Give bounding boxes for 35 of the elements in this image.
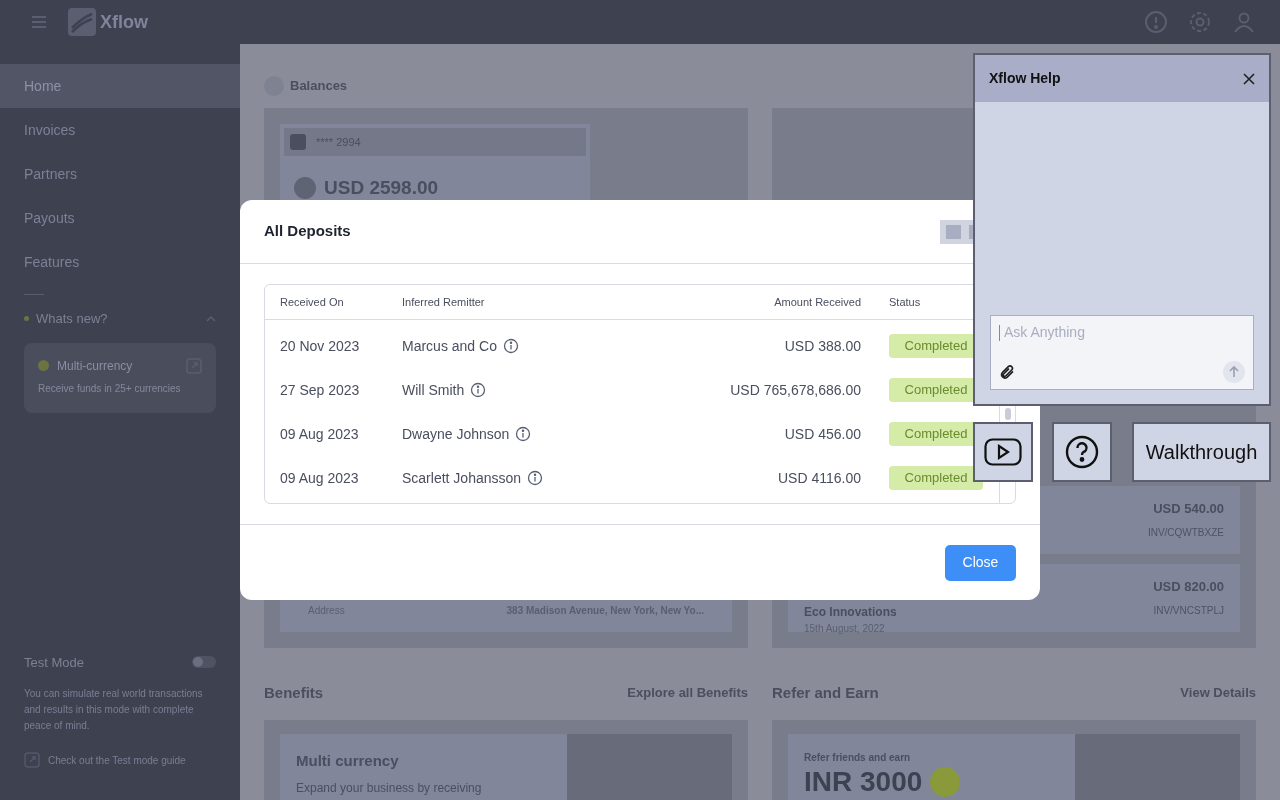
test-mode-title: Test Mode bbox=[24, 653, 84, 672]
column-header: Status bbox=[889, 294, 921, 310]
card-title: Multi currency bbox=[296, 751, 400, 771]
brand-name: Xflow bbox=[100, 10, 148, 34]
balance-amount: USD 2598.00 bbox=[324, 176, 439, 200]
table-cell-text: USD 388.00 bbox=[783, 336, 861, 356]
table-cell-text: 09 Aug 2023 bbox=[279, 468, 360, 488]
section-title: Balances bbox=[290, 77, 348, 96]
table-cell-text: Will Smith bbox=[402, 380, 465, 400]
reward-amount: INR 3000 bbox=[804, 765, 923, 799]
table-cell-text: USD 4116.00 bbox=[777, 468, 861, 488]
feature-title: Multi-currency bbox=[57, 357, 133, 375]
table-cell-text: 27 Sep 2023 bbox=[279, 380, 361, 400]
column-header: Amount Received bbox=[773, 294, 861, 310]
partner-name: Eco Innovations bbox=[804, 603, 897, 621]
table-cell-text: 09 Aug 2023 bbox=[279, 424, 360, 444]
table-cell-text: Scarlett Johansson bbox=[402, 468, 522, 488]
invoice-amount: USD 820.00 bbox=[1153, 578, 1224, 597]
table-cell-text: Marcus and Co bbox=[402, 336, 497, 356]
table-cell-text: 20 Nov 2023 bbox=[279, 336, 361, 356]
section-title: Benefits bbox=[264, 682, 324, 703]
dialog-title: All Deposits bbox=[264, 221, 351, 242]
section-title: Refer and Earn bbox=[772, 682, 879, 703]
table-cell-text: USD 456.00 bbox=[783, 424, 861, 444]
card-text: Expand your business by receiving bbox=[296, 779, 483, 797]
help-title: Xflow Help bbox=[989, 69, 1061, 88]
test-mode-description: You can simulate real world transactions and results in this mode with complete peace of mind. bbox=[24, 687, 204, 733]
card-label: Refer friends and earn bbox=[804, 751, 912, 765]
column-header: Received On bbox=[279, 294, 345, 310]
feature-text: Receive funds in 25+ currencies bbox=[38, 381, 182, 396]
table-cell-text: Dwayne Johnson bbox=[402, 424, 510, 444]
column-header: Inferred Remitter bbox=[402, 294, 486, 310]
status-badge: Completed bbox=[889, 466, 983, 490]
invoice-amount: USD 540.00 bbox=[1153, 500, 1224, 519]
table-cell-text: USD 765,678,686.00 bbox=[729, 380, 861, 400]
